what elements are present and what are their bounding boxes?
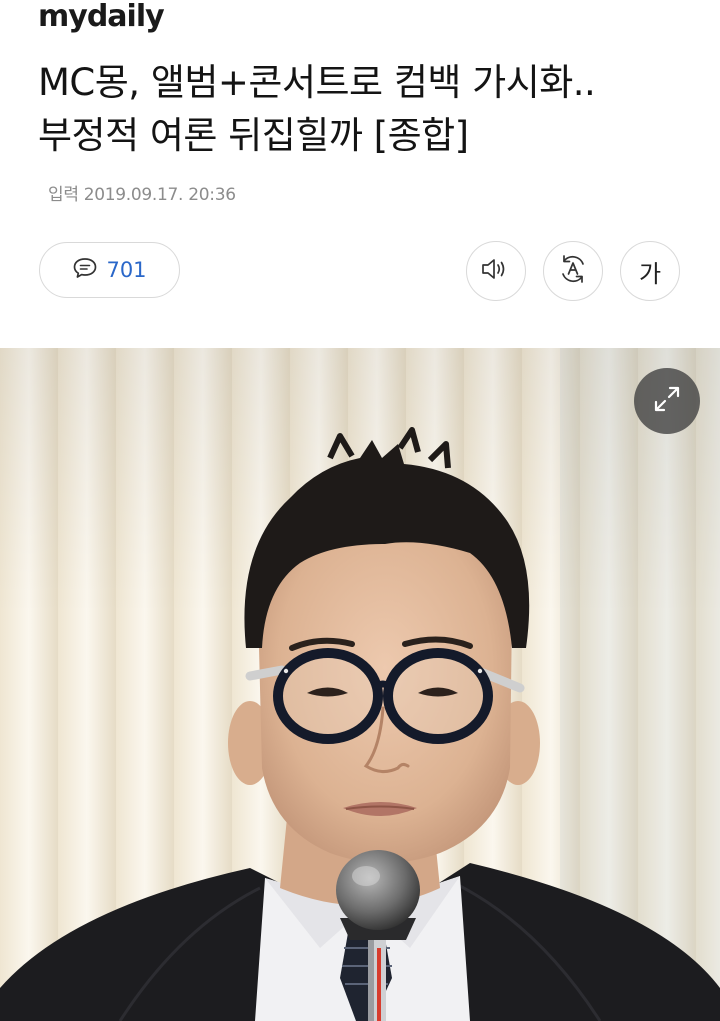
font-size-button[interactable]: 가 — [620, 241, 680, 301]
article-photo[interactable] — [0, 348, 720, 1021]
publish-date: 입력 2019.09.17. 20:36 — [48, 180, 236, 205]
expand-image-button[interactable] — [634, 368, 700, 434]
publish-date-label: 입력 — [48, 185, 79, 205]
translate-button[interactable] — [543, 241, 603, 301]
headline-line-1: MC몽, 앨범+콘서트로 컴백 가시화.. — [38, 61, 596, 104]
publish-date-value: 2019.09.17. 20:36 — [83, 185, 236, 205]
translate-icon — [556, 252, 590, 290]
speech-bubble-icon — [72, 256, 98, 284]
photo-man-glasses-microphone — [0, 348, 720, 1021]
site-logo[interactable]: mydaily — [38, 0, 165, 34]
article-headline: MC몽, 앨범+콘서트로 컴백 가시화.. 부정적 여론 뒤집힐까 [종합] — [38, 56, 688, 162]
headline-line-2: 부정적 여론 뒤집힐까 [종합] — [38, 114, 469, 157]
speaker-icon — [480, 256, 512, 286]
comment-button[interactable]: 701 — [39, 242, 180, 298]
text-to-speech-button[interactable] — [466, 241, 526, 301]
expand-arrows-icon — [650, 382, 684, 420]
comment-count: 701 — [106, 258, 147, 282]
article-page: mydaily MC몽, 앨범+콘서트로 컴백 가시화.. 부정적 여론 뒤집힐… — [0, 0, 720, 1021]
font-size-label: 가 — [638, 259, 662, 288]
